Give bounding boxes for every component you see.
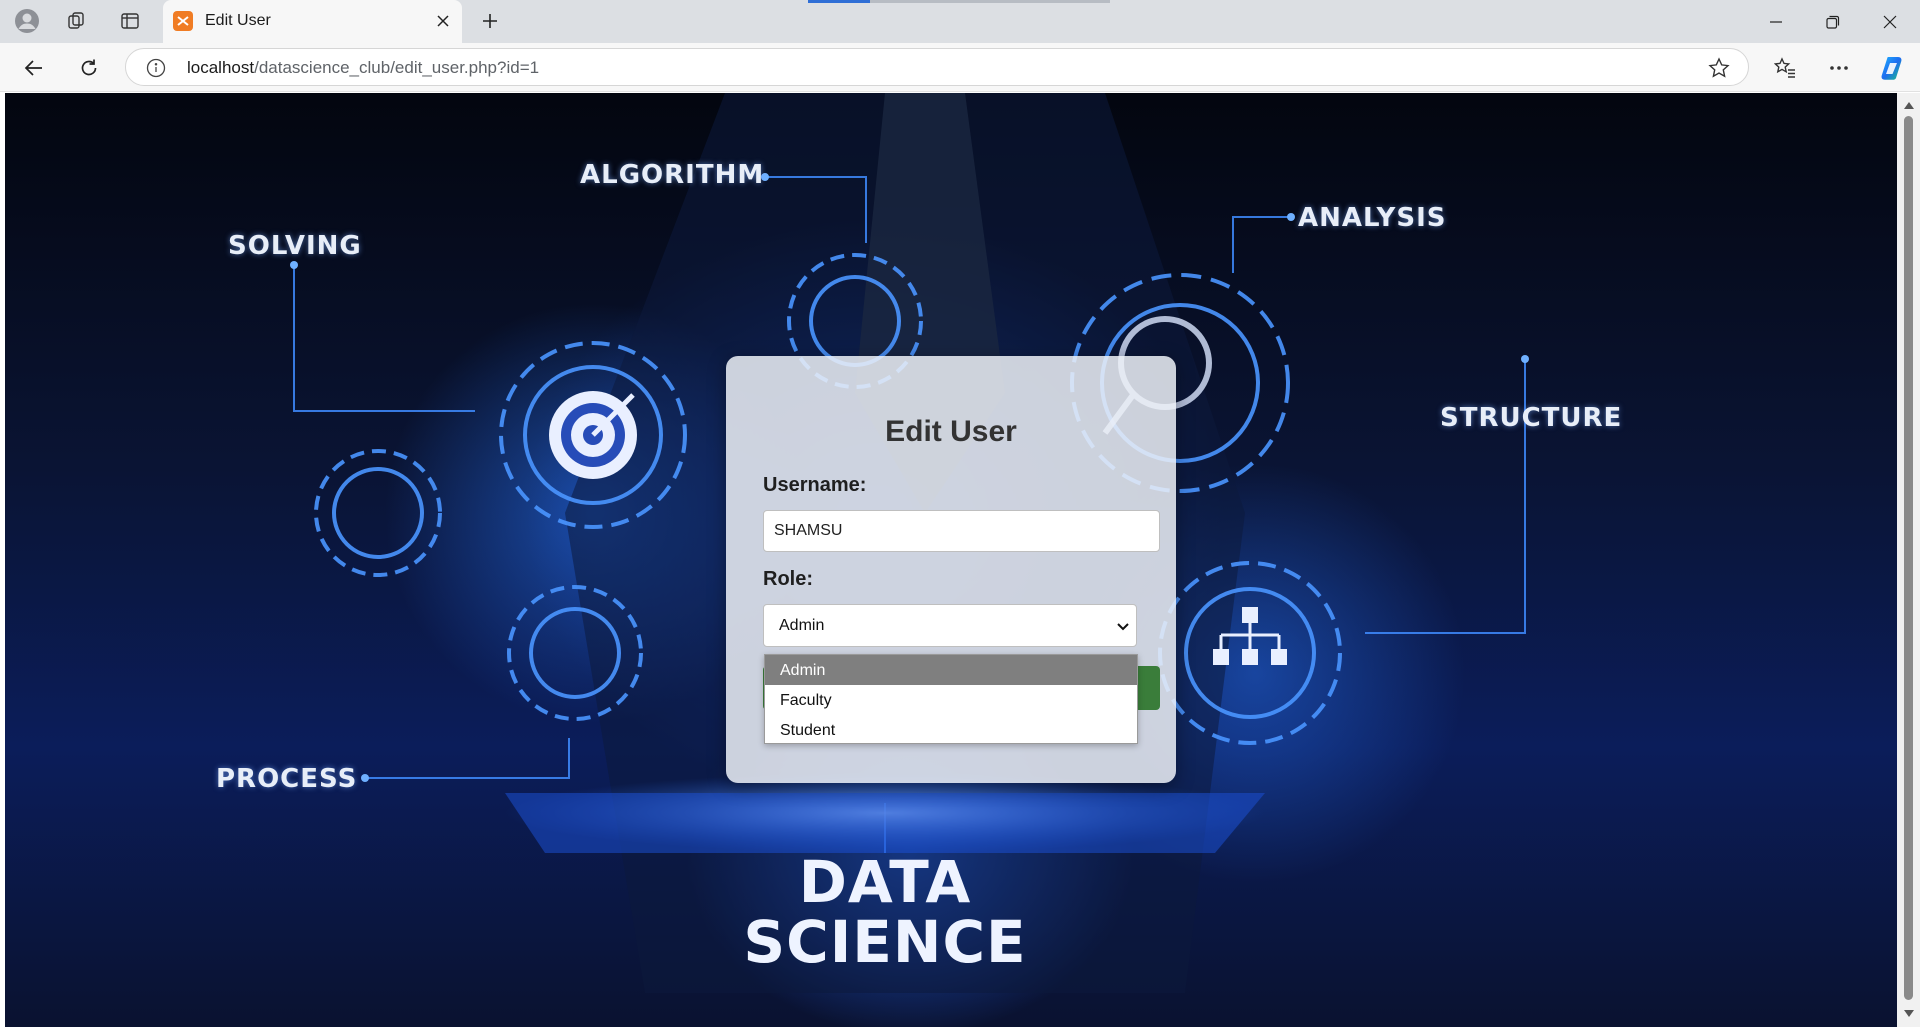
tab-strip: Edit User xyxy=(0,0,1920,43)
vertical-tabs-icon xyxy=(121,13,139,29)
refresh-button[interactable] xyxy=(72,51,106,85)
copilot-button[interactable] xyxy=(1876,51,1910,85)
scroll-up-arrow-icon[interactable] xyxy=(1902,99,1915,111)
tab-title: Edit User xyxy=(205,12,271,29)
role-label: Role: xyxy=(763,568,813,590)
bg-label-data: DATA xyxy=(798,848,972,916)
favorites-list-icon xyxy=(1774,57,1795,78)
more-menu-button[interactable] xyxy=(1822,51,1856,85)
site-info-icon[interactable] xyxy=(146,58,166,78)
workspaces-icon xyxy=(68,12,84,29)
bg-label-science: SCIENCE xyxy=(743,908,1027,976)
new-tab-button[interactable] xyxy=(474,6,506,36)
minimize-button[interactable] xyxy=(1748,0,1804,43)
minimize-icon xyxy=(1770,20,1782,23)
restore-button[interactable] xyxy=(1805,0,1861,43)
scroll-down-arrow-icon[interactable] xyxy=(1902,1007,1915,1019)
xampp-favicon-icon xyxy=(173,11,193,31)
role-select[interactable]: Admin xyxy=(763,604,1137,647)
scrollbar-thumb[interactable] xyxy=(1904,116,1913,1000)
bg-label-structure: STRUCTURE xyxy=(1440,403,1623,433)
close-icon xyxy=(437,15,449,27)
refresh-icon xyxy=(81,59,97,76)
favorites-button[interactable] xyxy=(1768,51,1802,85)
chevron-down-icon xyxy=(1117,623,1129,631)
url-path: /datascience_club/edit_user.php?id=1 xyxy=(254,58,540,77)
restore-icon xyxy=(1826,15,1840,29)
role-option-student[interactable]: Student xyxy=(765,715,1137,745)
copilot-icon xyxy=(1881,57,1902,80)
favorite-star-icon[interactable] xyxy=(1708,57,1730,79)
close-icon xyxy=(1883,15,1897,28)
username-label: Username: xyxy=(763,474,867,496)
back-button[interactable] xyxy=(17,51,51,85)
role-option-faculty[interactable]: Faculty xyxy=(765,685,1137,715)
role-option-admin[interactable]: Admin xyxy=(765,655,1137,685)
bg-label-algorithm: ALGORITHM xyxy=(580,160,765,190)
bg-label-analysis: ANALYSIS xyxy=(1298,203,1447,233)
bg-label-process: PROCESS xyxy=(216,764,358,794)
tab-close-button[interactable] xyxy=(432,10,454,32)
vertical-scrollbar[interactable] xyxy=(1897,93,1920,1027)
page-title: Edit User xyxy=(885,415,1017,448)
bg-label-solving: SOLVING xyxy=(228,231,362,261)
active-tab[interactable]: Edit User xyxy=(163,0,462,43)
address-bar[interactable]: localhost/datascience_club/edit_user.php… xyxy=(125,48,1749,86)
window-drag-indicator xyxy=(808,0,870,3)
toolbar: localhost/datascience_club/edit_user.php… xyxy=(0,43,1920,92)
role-select-value: Admin xyxy=(779,617,825,634)
url-text[interactable]: localhost/datascience_club/edit_user.php… xyxy=(187,58,539,78)
tab-actions-button[interactable] xyxy=(114,6,146,36)
username-input[interactable] xyxy=(763,510,1160,552)
workspaces-button[interactable] xyxy=(61,6,93,36)
page-viewport: ALGORITHM SOLVING ANALYSIS STRUCTURE PRO… xyxy=(5,93,1897,1027)
profile-icon xyxy=(15,9,39,33)
url-host: localhost xyxy=(187,58,255,77)
close-window-button[interactable] xyxy=(1862,0,1918,43)
plus-icon xyxy=(483,14,497,28)
role-dropdown-list: Admin Faculty Student xyxy=(764,654,1138,744)
window-drag-indicator-track xyxy=(870,0,1110,3)
more-dots-icon xyxy=(1830,66,1848,70)
back-arrow-icon xyxy=(24,60,42,76)
profile-button[interactable] xyxy=(11,6,43,36)
